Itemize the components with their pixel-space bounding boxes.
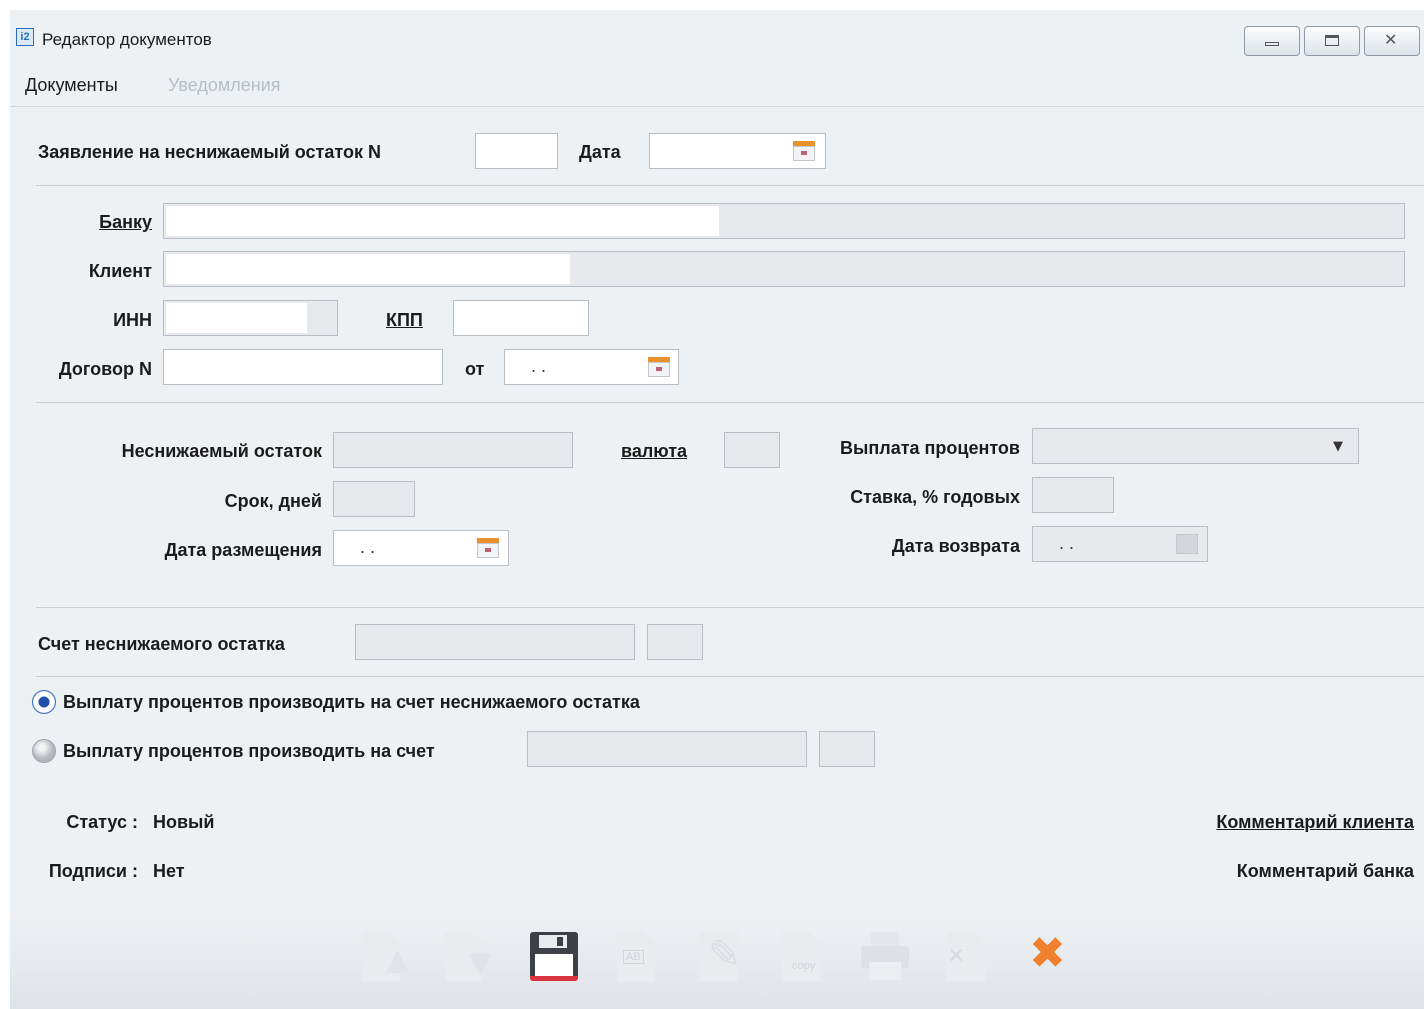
bank-link[interactable]: Банку [50,212,152,233]
save-button[interactable] [528,932,578,990]
document-editor-window: i2 Редактор документов ✕ Документы Уведо… [10,10,1424,1009]
copy-icon: copy [792,960,816,972]
payout-option-2-radio[interactable] [32,739,56,763]
placement-date-placeholder: . . [360,537,376,557]
separator-line [36,402,1424,403]
print-button[interactable] [861,932,909,990]
close-editor-button[interactable]: ✖ [1027,928,1075,990]
inn-field[interactable] [163,300,338,336]
separator-line [36,676,1424,677]
bank-field[interactable] [163,203,1405,239]
contract-from-label: от [465,359,485,379]
close-window-button[interactable]: ✕ [1364,26,1420,56]
status-label: Статус : [66,812,138,832]
export-down-icon: ▼ [469,946,493,981]
edit-button[interactable]: ✎ [698,932,746,990]
contract-date-placeholder: . . [531,356,547,376]
kpp-link[interactable]: КПП [386,310,423,331]
contract-date-input[interactable]: . . [504,349,679,385]
term-field[interactable] [333,481,415,517]
payout-option-1-radio[interactable] [32,690,56,714]
calendar-icon[interactable] [477,538,499,558]
title-bar: i2 Редактор документов ✕ [10,10,1424,62]
window-title: Редактор документов [42,30,212,49]
account-label: Счет неснижаемого остатка [38,634,285,654]
client-label: Клиент [88,261,152,281]
copy-button[interactable]: copy [780,932,828,990]
date-label: Дата [579,142,621,162]
rate-label: Ставка, % годовых [850,487,1020,507]
contract-label: Договор N [58,359,152,379]
inn-label: ИНН [113,310,152,330]
status-value: Новый [153,812,215,832]
placement-date-label: Дата размещения [164,540,322,560]
return-date-field[interactable]: . . [1032,526,1208,562]
return-date-label: Дата возврата [891,536,1020,556]
delete-doc-icon: ✕ [947,944,966,969]
maximize-button[interactable] [1304,26,1360,56]
client-comment-link[interactable]: Комментарий клиента [1110,812,1414,833]
payout-option-2-label[interactable]: Выплату процентов производить на счет [63,741,435,762]
text-doc-icon: AB [623,950,644,964]
statement-label: Заявление на неснижаемый остаток N [38,142,381,162]
account-code-field[interactable] [647,624,703,660]
menu-documents[interactable]: Документы [25,75,118,96]
currency-link[interactable]: валюта [621,441,687,462]
calendar-icon-disabled [1176,534,1198,554]
save-icon [530,932,578,981]
close-x-icon: ✖ [1029,928,1066,979]
minimize-icon [1265,42,1279,46]
account-field[interactable] [355,624,635,660]
menu-separator [10,106,1424,107]
interest-payment-select[interactable]: ▼ [1032,428,1359,464]
payout-option-1-label[interactable]: Выплату процентов производить на счет не… [63,692,640,713]
chevron-down-icon[interactable]: ▼ [1333,439,1343,454]
export-down-button[interactable]: ▼ [443,932,493,990]
signatures-value: Нет [153,861,185,881]
minimize-button[interactable] [1244,26,1300,56]
text-doc-button[interactable]: AB [615,932,663,990]
statement-number-input[interactable] [475,133,558,169]
min-balance-field[interactable] [333,432,573,468]
separator-line [36,185,1424,186]
min-balance-label: Неснижаемый остаток [121,441,322,461]
import-up-icon: ▲ [386,942,410,977]
kpp-input[interactable] [453,300,589,336]
import-up-button[interactable]: ▲ [360,932,410,990]
interest-payment-label: Выплата процентов [840,438,1020,458]
term-label: Срок, дней [224,491,322,511]
calendar-icon[interactable] [648,357,670,377]
bank-comment-label[interactable]: Комментарий банка [1110,861,1414,882]
edit-icon: ✎ [708,932,742,978]
placement-date-input[interactable]: . . [333,530,509,566]
payout-account-code-field[interactable] [819,731,875,767]
close-icon: ✕ [1384,30,1398,49]
return-date-placeholder: . . [1059,533,1075,553]
statement-date-input[interactable] [649,133,826,169]
menu-notifications[interactable]: Уведомления [168,75,281,96]
client-field[interactable] [163,251,1405,287]
signatures-label: Подписи : [48,861,138,881]
app-icon: i2 [16,28,34,46]
maximize-icon [1325,35,1339,46]
calendar-icon[interactable] [793,141,815,161]
payout-account-field[interactable] [527,731,807,767]
delete-doc-button[interactable]: ✕ [945,932,993,990]
rate-field[interactable] [1032,477,1114,513]
separator-line [36,607,1424,608]
contract-number-input[interactable] [163,349,443,385]
